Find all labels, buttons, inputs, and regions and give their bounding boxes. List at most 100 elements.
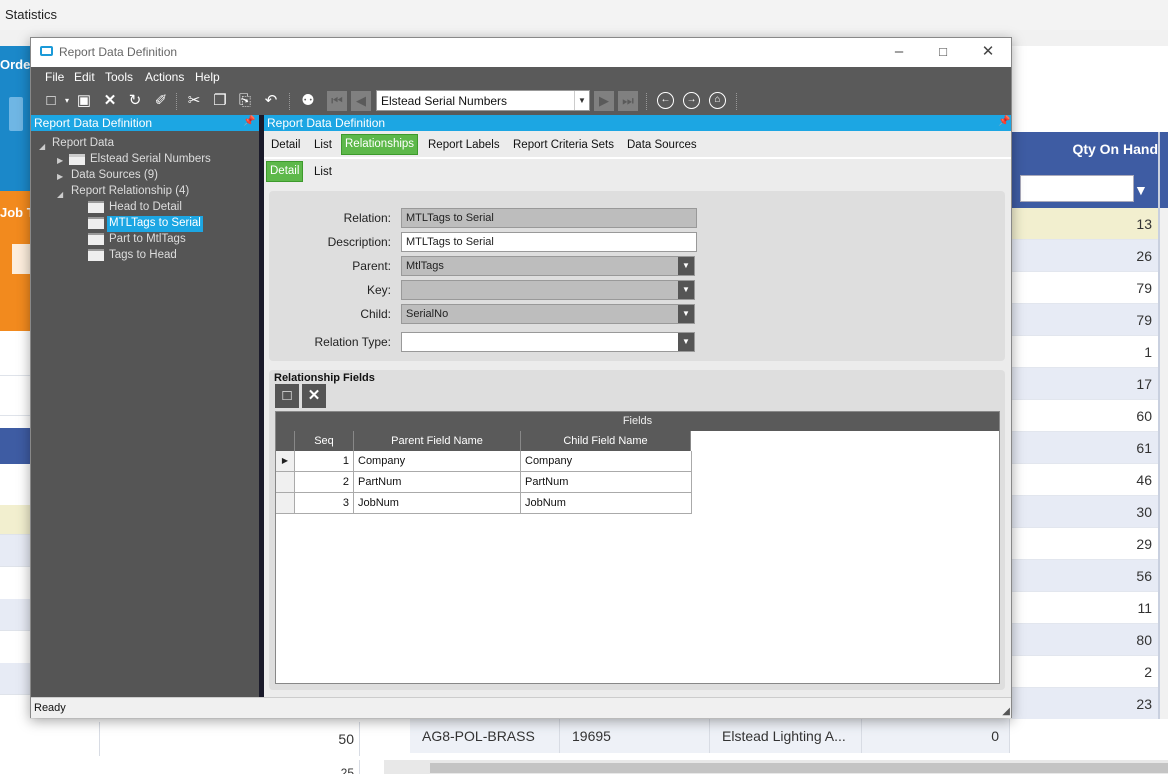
expand-icon[interactable]: ▶ (57, 156, 63, 165)
new-field-button[interactable]: □ (275, 384, 299, 408)
menu-actions[interactable]: Actions (145, 70, 184, 84)
tree-node-head-to-detail[interactable]: Head to Detail (109, 200, 182, 216)
qty-cell[interactable]: 61 (1012, 432, 1158, 464)
parent-select[interactable]: MtlTags ▼ (401, 256, 695, 276)
window-titlebar[interactable]: Report Data Definition – □ ✕ (31, 38, 1011, 67)
table-cell-seq[interactable]: 1 (295, 451, 354, 472)
next-icon[interactable]: ▶ (594, 91, 614, 111)
menu-help[interactable]: Help (195, 70, 220, 84)
column-header-child-field[interactable]: Child Field Name (521, 431, 691, 451)
horizontal-scrollbar-thumb[interactable] (430, 763, 1168, 773)
table-cell-child-field[interactable]: PartNum (521, 472, 692, 493)
subtab-detail[interactable]: Detail (266, 161, 304, 182)
filter-icon[interactable]: ▼ (1134, 182, 1148, 198)
chevron-down-icon[interactable]: ▼ (678, 281, 694, 299)
home-icon[interactable]: ⌂ (709, 92, 726, 109)
tab-report-criteria-sets[interactable]: Report Criteria Sets (513, 139, 614, 151)
expand-icon[interactable]: ▶ (57, 172, 63, 181)
tree-node-mtltags-to-serial[interactable]: MTLTags to Serial (107, 216, 203, 232)
tree-node-report-relationship[interactable]: Report Relationship (4) (71, 184, 189, 200)
cut-icon[interactable]: ✂ (185, 92, 203, 110)
subtab-list[interactable]: List (314, 166, 332, 178)
table-cell-seq[interactable]: 2 (295, 472, 354, 493)
menu-edit[interactable]: Edit (74, 70, 95, 84)
maximize-button[interactable]: □ (921, 41, 965, 63)
qty-cell[interactable]: 46 (1012, 464, 1158, 496)
relation-type-select[interactable]: ▼ (401, 332, 695, 352)
qty-cell[interactable]: 13 (1012, 208, 1158, 240)
relationship-fields-title: Relationship Fields (274, 372, 375, 384)
refresh-icon[interactable]: ↻ (126, 92, 144, 110)
table-cell-parent-field[interactable]: Company (354, 451, 521, 472)
chevron-down-icon[interactable]: ▼ (678, 257, 694, 275)
resize-grip-icon[interactable]: ◢ (1002, 706, 1010, 717)
collapse-icon[interactable]: ◢ (39, 142, 45, 151)
prev-icon[interactable]: ◀ (351, 91, 371, 111)
qty-on-hand-header[interactable]: Qty On Hand (1012, 132, 1168, 170)
table-cell-seq[interactable]: 3 (295, 493, 354, 514)
chevron-down-icon[interactable]: ▼ (678, 333, 694, 351)
tab-report-labels[interactable]: Report Labels (428, 139, 500, 151)
row-selector-icon[interactable]: ▶ (276, 451, 295, 472)
tree-node-data-sources[interactable]: Data Sources (9) (71, 168, 158, 184)
tab-relationships[interactable]: Relationships (341, 134, 419, 155)
pin-icon[interactable]: 📌 (998, 116, 1010, 127)
pin-icon[interactable]: 📌 (243, 116, 255, 127)
forward-icon[interactable]: → (683, 92, 700, 109)
clear-icon[interactable]: ✐ (152, 92, 170, 110)
qty-cell[interactable]: 2 (1012, 656, 1158, 688)
report-selector-combo[interactable]: Elstead Serial Numbers ▼ (376, 90, 590, 111)
qty-cell[interactable]: 29 (1012, 528, 1158, 560)
column-header-seq[interactable]: Seq (295, 431, 354, 451)
back-icon[interactable]: ← (657, 92, 674, 109)
tree-node-elstead-serial-numbers[interactable]: Elstead Serial Numbers (90, 152, 211, 168)
table-cell-child-field[interactable]: JobNum (521, 493, 692, 514)
qty-cell[interactable]: 80 (1012, 624, 1158, 656)
table-cell-parent-field[interactable]: PartNum (354, 472, 521, 493)
table-cell-child-field[interactable]: Company (521, 451, 692, 472)
key-select[interactable]: ▼ (401, 280, 695, 300)
binoculars-icon[interactable]: ⚉ (299, 92, 317, 110)
minimize-button[interactable]: – (877, 41, 921, 63)
chevron-down-icon[interactable]: ▼ (574, 91, 589, 110)
menu-file[interactable]: File (45, 70, 64, 84)
toolbar: □ ▾ ▣ ✕ ↻ ✐ ✂ ❐ ⎘ ↶ ⚉ ⏮ ◀ Elstead Serial… (31, 87, 1011, 115)
qty-cell[interactable]: 56 (1012, 560, 1158, 592)
row-selector[interactable] (276, 493, 295, 514)
qty-cell[interactable]: 79 (1012, 272, 1158, 304)
tab-data-sources[interactable]: Data Sources (627, 139, 697, 151)
last-icon[interactable]: ⏭ (618, 91, 638, 111)
column-header-parent-field[interactable]: Parent Field Name (354, 431, 521, 451)
row-selector[interactable] (276, 472, 295, 493)
collapse-icon[interactable]: ◢ (57, 190, 63, 199)
delete-icon[interactable]: ✕ (101, 92, 119, 110)
description-field[interactable]: MTLTags to Serial (401, 232, 697, 252)
qty-cell[interactable]: 23 (1012, 688, 1158, 720)
tab-detail[interactable]: Detail (271, 139, 300, 151)
qty-cell[interactable]: 17 (1012, 368, 1158, 400)
child-select[interactable]: SerialNo ▼ (401, 304, 695, 324)
close-button[interactable]: ✕ (966, 41, 1010, 63)
new-dropdown-icon[interactable]: ▾ (58, 92, 76, 110)
tree-node-report-data[interactable]: Report Data (52, 136, 114, 152)
tab-list[interactable]: List (314, 139, 332, 151)
paste-icon[interactable]: ⎘ (236, 92, 254, 110)
relation-field[interactable]: MTLTags to Serial (401, 208, 697, 228)
qty-cell[interactable]: 79 (1012, 304, 1158, 336)
copy-icon[interactable]: ❐ (211, 92, 229, 110)
qty-cell[interactable]: 11 (1012, 592, 1158, 624)
table-cell-parent-field[interactable]: JobNum (354, 493, 521, 514)
qty-cell[interactable]: 60 (1012, 400, 1158, 432)
undo-icon[interactable]: ↶ (262, 92, 280, 110)
qty-cell[interactable]: 30 (1012, 496, 1158, 528)
tree-node-tags-to-head[interactable]: Tags to Head (109, 248, 177, 264)
qty-filter-input[interactable] (1020, 175, 1134, 202)
delete-field-button[interactable]: ✕ (302, 384, 326, 408)
qty-cell[interactable]: 1 (1012, 336, 1158, 368)
first-icon[interactable]: ⏮ (327, 91, 347, 111)
save-icon[interactable]: ▣ (75, 92, 93, 110)
menu-tools[interactable]: Tools (105, 70, 133, 84)
chevron-down-icon[interactable]: ▼ (678, 305, 694, 323)
tree-node-part-to-mtltags[interactable]: Part to MtlTags (109, 232, 186, 248)
qty-cell[interactable]: 26 (1012, 240, 1158, 272)
